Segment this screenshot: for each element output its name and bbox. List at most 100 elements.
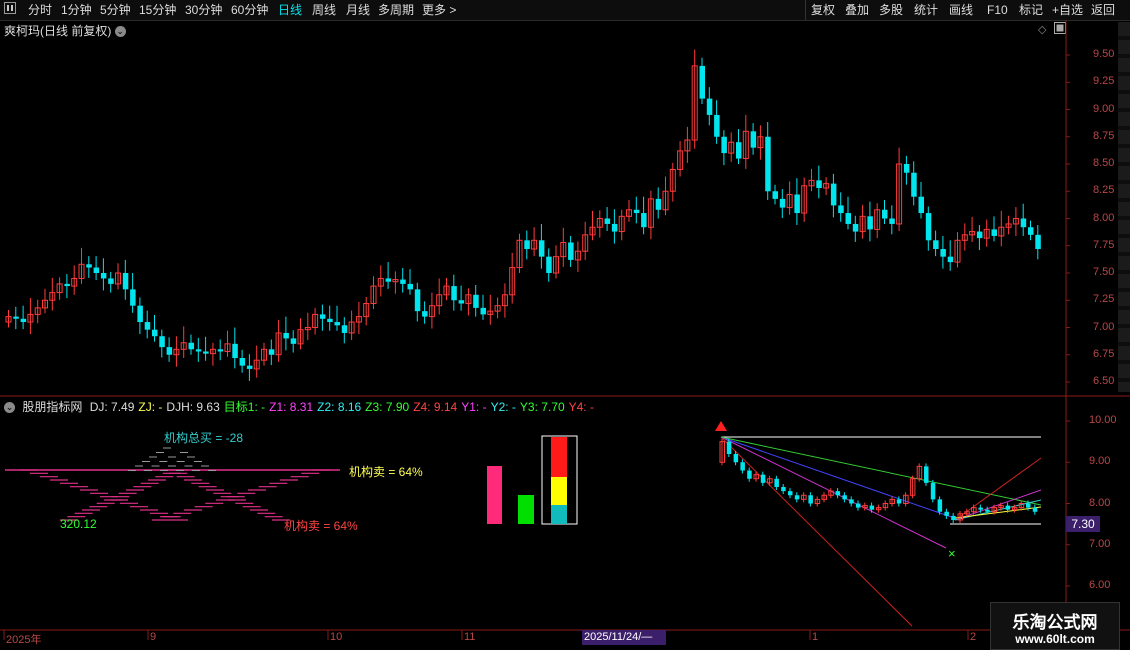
price-tick-label: 7.75	[1093, 238, 1115, 251]
ratio-cyan	[551, 505, 567, 524]
mini-candle-down	[1026, 503, 1031, 508]
price-tick-label: 7.50	[1093, 266, 1115, 278]
candle-down	[714, 114, 720, 137]
candle-down	[290, 338, 297, 344]
current-price-badge: 7.30	[1066, 516, 1100, 532]
mini-candle-down	[856, 503, 861, 508]
price-tick-label: 8.00	[1093, 211, 1115, 224]
candle-down	[473, 294, 479, 308]
candle-down	[838, 205, 844, 214]
candle-down	[385, 278, 392, 282]
price-tick-label: 6.75	[1093, 347, 1115, 360]
candle-down	[736, 142, 742, 159]
candle-down	[772, 191, 778, 199]
cross-icon: ×	[948, 546, 956, 561]
candle-down	[1020, 218, 1027, 228]
candle-down	[633, 209, 640, 214]
green-fan-line	[720, 436, 1042, 506]
mini-candle-down	[774, 478, 779, 487]
watermark-title: 乐淘公式网	[1012, 613, 1098, 632]
total-buy-label: 机构总买 = -28	[164, 431, 244, 445]
candle-down	[100, 273, 107, 279]
candle-down	[1028, 227, 1034, 235]
candle-down	[611, 223, 618, 232]
price-tick-label: 9.00	[1093, 102, 1115, 115]
candle-down	[538, 240, 545, 257]
candle-down	[13, 316, 19, 319]
time-tick-label: 10	[330, 631, 343, 643]
candle-down	[217, 349, 224, 352]
candle-down	[319, 314, 326, 319]
candle-down	[546, 256, 552, 273]
candle-down	[903, 164, 910, 173]
candle-down	[699, 65, 705, 99]
candle-down	[976, 231, 983, 239]
candle-down	[422, 311, 428, 317]
candle-down	[480, 307, 486, 315]
price-tick-label: 6.50	[1093, 375, 1115, 387]
selected-date-badge: 2025/11/24/—	[582, 630, 666, 645]
mini-candle-down	[951, 515, 956, 520]
mini-candle-down	[740, 462, 745, 471]
mini-candle-down	[937, 499, 943, 512]
candle-down	[830, 183, 837, 206]
mini-candle-down	[760, 474, 766, 483]
time-tick-label: 2025年	[6, 634, 42, 646]
candle-down	[779, 198, 786, 208]
institution-sell-bar	[487, 466, 502, 524]
indicator-tick-label: 10.00	[1089, 414, 1117, 426]
mini-candle-down	[733, 454, 739, 463]
candle-down	[524, 240, 530, 250]
mini-candle-down	[944, 511, 949, 516]
price-tick-label: 8.25	[1093, 184, 1115, 197]
price-tick-label: 7.25	[1093, 293, 1115, 306]
candle-down	[137, 305, 143, 323]
price-tick-label: 8.75	[1093, 129, 1115, 142]
candle-down	[451, 286, 457, 301]
candle-down	[166, 347, 173, 355]
candle-down	[1035, 234, 1041, 250]
candle-down	[20, 318, 27, 323]
price-tick-label: 8.50	[1093, 157, 1115, 169]
up-arrow-icon	[715, 421, 727, 431]
candle-down	[108, 278, 114, 284]
sell-label-bottom: 机构卖 = 64%	[284, 519, 358, 533]
candle-down	[991, 229, 997, 236]
mini-candle-down	[835, 491, 841, 496]
candle-down	[86, 264, 92, 268]
candle-down	[268, 349, 275, 355]
candle-down	[706, 98, 713, 115]
candle-down	[64, 283, 70, 287]
mini-candle-down	[924, 466, 929, 483]
candle-down	[933, 240, 939, 250]
price-tick-label: 7.00	[1093, 320, 1115, 333]
candle-down	[604, 218, 611, 224]
kline-chart[interactable]: ×	[0, 0, 1130, 650]
candle-down	[152, 329, 158, 337]
candle-down	[400, 279, 406, 284]
mini-candle-down	[985, 509, 990, 512]
indicator-tick-label: 6.00	[1089, 579, 1111, 591]
candle-down	[852, 223, 859, 232]
candle-down	[889, 218, 895, 224]
candle-down	[283, 332, 289, 339]
candle-down	[130, 289, 136, 306]
mini-candle-down	[747, 470, 752, 479]
candle-down	[911, 172, 917, 197]
candle-down	[845, 213, 851, 224]
time-tick-label: 11	[464, 631, 476, 643]
candle-down	[246, 365, 253, 369]
mini-candle-down	[896, 499, 902, 504]
price-tick-label: 9.25	[1093, 75, 1115, 88]
candle-down	[122, 273, 129, 290]
candle-down	[407, 283, 413, 290]
mini-candle-down	[1032, 507, 1038, 512]
mini-candle-down	[869, 505, 875, 510]
time-tick-label: 2	[970, 631, 977, 643]
watermark-url: www.60lt.com	[1015, 632, 1095, 646]
candle-down	[203, 351, 209, 354]
price-tick-label: 9.50	[1093, 48, 1115, 60]
mini-candle-down	[808, 495, 813, 504]
candle-down	[947, 256, 954, 263]
candle-down	[882, 209, 888, 219]
